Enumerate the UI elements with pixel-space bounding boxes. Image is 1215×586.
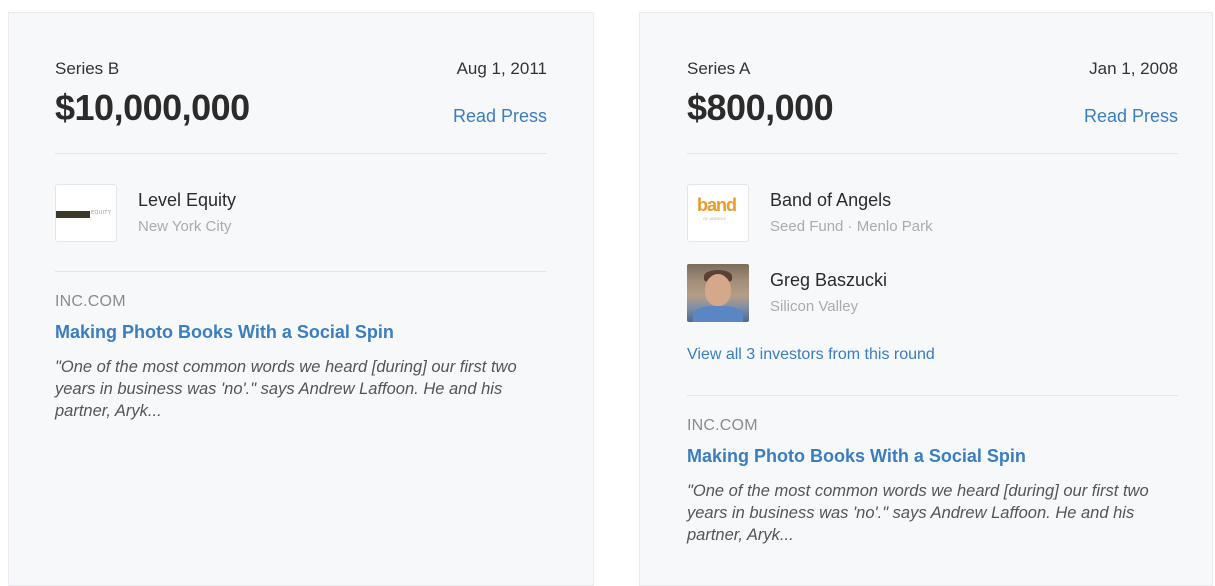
divider (687, 395, 1178, 396)
investor-name[interactable]: Level Equity (138, 190, 236, 211)
read-press-link[interactable]: Read Press (1084, 106, 1178, 127)
funding-round-card-series-b: Series B Aug 1, 2011 $10,000,000 Read Pr… (8, 12, 594, 586)
investor-location: Seed Fund · Menlo Park (770, 218, 933, 235)
logo-word: band (697, 195, 737, 215)
divider (55, 271, 547, 272)
investor-location: Silicon Valley (770, 298, 859, 315)
round-label: Series A (687, 59, 751, 78)
investor-item-band-of-angels[interactable]: band OF ANGELS Band of Angels Seed Fund … (687, 184, 1178, 242)
press-headline-link[interactable]: Making Photo Books With a Social Spin (55, 322, 394, 343)
press-source: INC.COM (687, 417, 758, 434)
logo-dark-band (56, 211, 90, 218)
round-date: Jan 1, 2008 (1089, 59, 1178, 78)
round-date: Aug 1, 2011 (456, 59, 547, 78)
round-amount: $800,000 (687, 87, 834, 128)
logo-tagline: OF ANGELS (703, 216, 726, 221)
divider (687, 153, 1178, 154)
round-amount: $10,000,000 (55, 87, 250, 128)
read-press-link[interactable]: Read Press (453, 106, 547, 127)
press-headline-link[interactable]: Making Photo Books With a Social Spin (687, 446, 1026, 467)
divider (55, 153, 547, 154)
avatar (687, 264, 749, 322)
round-label: Series B (55, 59, 120, 78)
press-source: INC.COM (55, 293, 126, 310)
level-equity-logo: EQUITY (55, 184, 117, 242)
press-excerpt: "One of the most common words we heard [… (687, 482, 1149, 544)
logo-text: EQUITY (91, 210, 112, 216)
investor-item-level-equity[interactable]: EQUITY Level Equity New York City (55, 184, 547, 242)
investor-name[interactable]: Band of Angels (770, 190, 891, 211)
funding-round-card-series-a: Series A Jan 1, 2008 $800,000 Read Press… (639, 12, 1213, 586)
investor-item-greg-baszucki[interactable]: Greg Baszucki Silicon Valley (687, 264, 1178, 322)
view-all-investors-link[interactable]: View all 3 investors from this round (687, 346, 935, 364)
press-excerpt: "One of the most common words we heard [… (55, 358, 517, 420)
band-of-angels-logo: band OF ANGELS (687, 184, 749, 242)
investor-name[interactable]: Greg Baszucki (770, 270, 887, 291)
investor-location: New York City (138, 218, 232, 235)
